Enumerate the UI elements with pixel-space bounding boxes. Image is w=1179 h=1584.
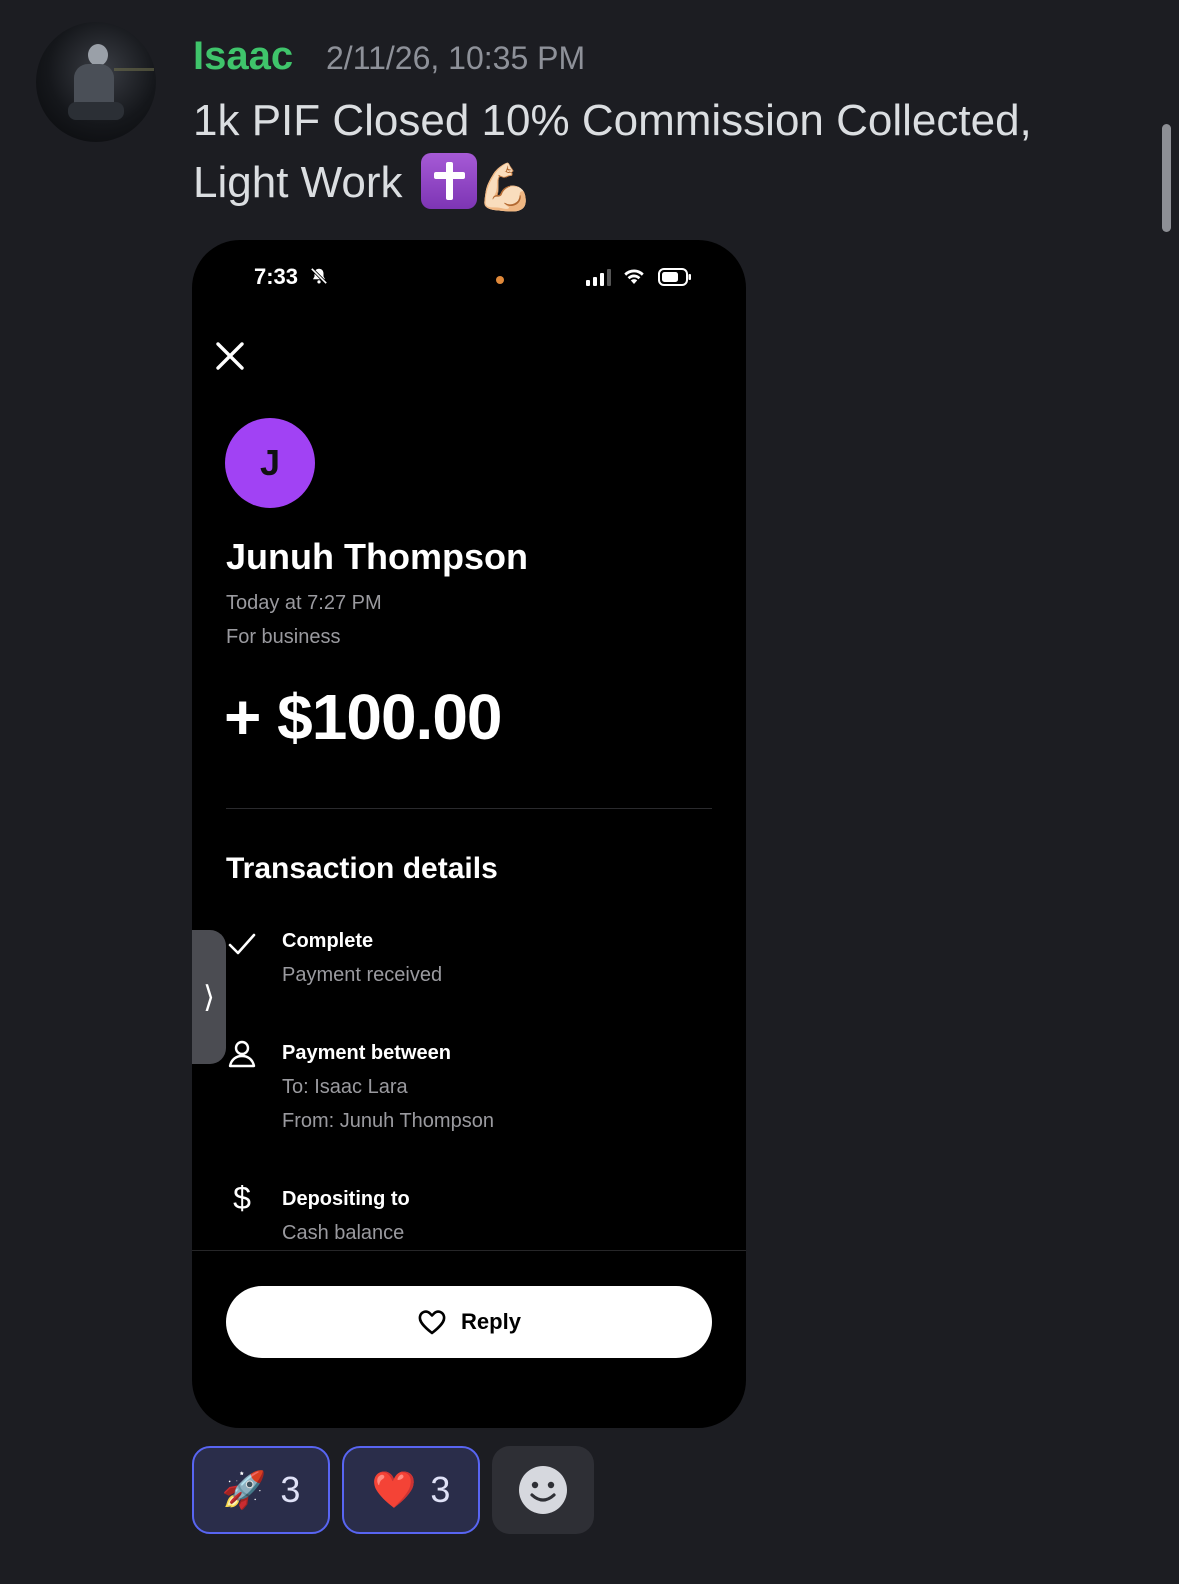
message-text-light-work: Light Work: [193, 158, 403, 207]
dollar-icon: $: [233, 1180, 251, 1216]
smiley-icon: [519, 1466, 567, 1514]
detail-deposit-title: Depositing to: [282, 1188, 410, 1210]
wifi-icon: [624, 269, 644, 284]
chevron-right-icon: ⟩: [203, 980, 215, 1014]
bell-muted-icon: [310, 267, 328, 285]
message-text-line-2: Light Work 💪🏻: [193, 152, 1093, 218]
close-icon[interactable]: [214, 340, 246, 372]
add-reaction-button[interactable]: [492, 1446, 594, 1534]
detail-parties-to: To: Isaac Lara: [282, 1076, 408, 1098]
battery-icon: [658, 268, 691, 286]
payer-name: Junuh Thompson: [226, 536, 528, 577]
avatar-figure-legs: [68, 102, 124, 120]
detail-parties-from: From: Junuh Thompson: [282, 1110, 494, 1132]
detail-deposit-value: Cash balance: [282, 1222, 405, 1244]
person-icon: [228, 1040, 256, 1068]
section-title: Transaction details: [226, 852, 498, 885]
reply-label: Reply: [461, 1309, 521, 1334]
transaction-purpose: For business: [226, 626, 341, 648]
detail-status-value: Payment received: [282, 964, 443, 986]
attached-screenshot[interactable]: 7:33 J Junuh Thompson Today at 7:27 PM F…: [192, 240, 746, 1428]
rocket-emoji: 🚀: [221, 1469, 267, 1510]
latin-cross-emoji: [420, 153, 477, 209]
transaction-date: Today at 7:27 PM: [226, 592, 382, 614]
message-content: 1k PIF Closed 10% Commission Collected, …: [193, 90, 1093, 218]
divider: [192, 1250, 746, 1251]
checkmark-icon: [228, 933, 256, 955]
privacy-indicator-dot: [496, 276, 504, 284]
transaction-amount: + $100.00: [224, 681, 502, 753]
flexed-biceps-emoji: 💪🏻: [476, 161, 535, 213]
message-author[interactable]: Isaac: [193, 34, 293, 79]
reaction-count: 3: [430, 1469, 451, 1510]
detail-parties-title: Payment between: [282, 1042, 451, 1064]
reaction-count: 3: [280, 1469, 301, 1510]
message-timestamp: 2/11/26, 10:35 PM: [326, 40, 586, 76]
message-text-line-1: 1k PIF Closed 10% Commission Collected,: [193, 96, 1032, 145]
detail-status-title: Complete: [282, 930, 374, 952]
status-bar-time: 7:33: [254, 264, 299, 289]
red-heart-emoji: ❤️: [371, 1469, 417, 1510]
reply-button[interactable]: Reply: [226, 1286, 712, 1358]
avatar-background-lights: [114, 68, 154, 71]
divider: [226, 808, 712, 809]
payer-avatar: J: [225, 418, 315, 508]
heart-icon: [418, 1310, 446, 1335]
cellular-signal-icon: [586, 269, 611, 286]
user-avatar[interactable]: [36, 22, 156, 142]
avatar-figure-head: [88, 44, 108, 66]
reaction-rocket[interactable]: 🚀 3: [192, 1446, 330, 1534]
reaction-heart[interactable]: ❤️ 3: [342, 1446, 480, 1534]
expand-handle[interactable]: ⟩: [192, 930, 226, 1064]
scrollbar-thumb[interactable]: [1162, 124, 1171, 232]
